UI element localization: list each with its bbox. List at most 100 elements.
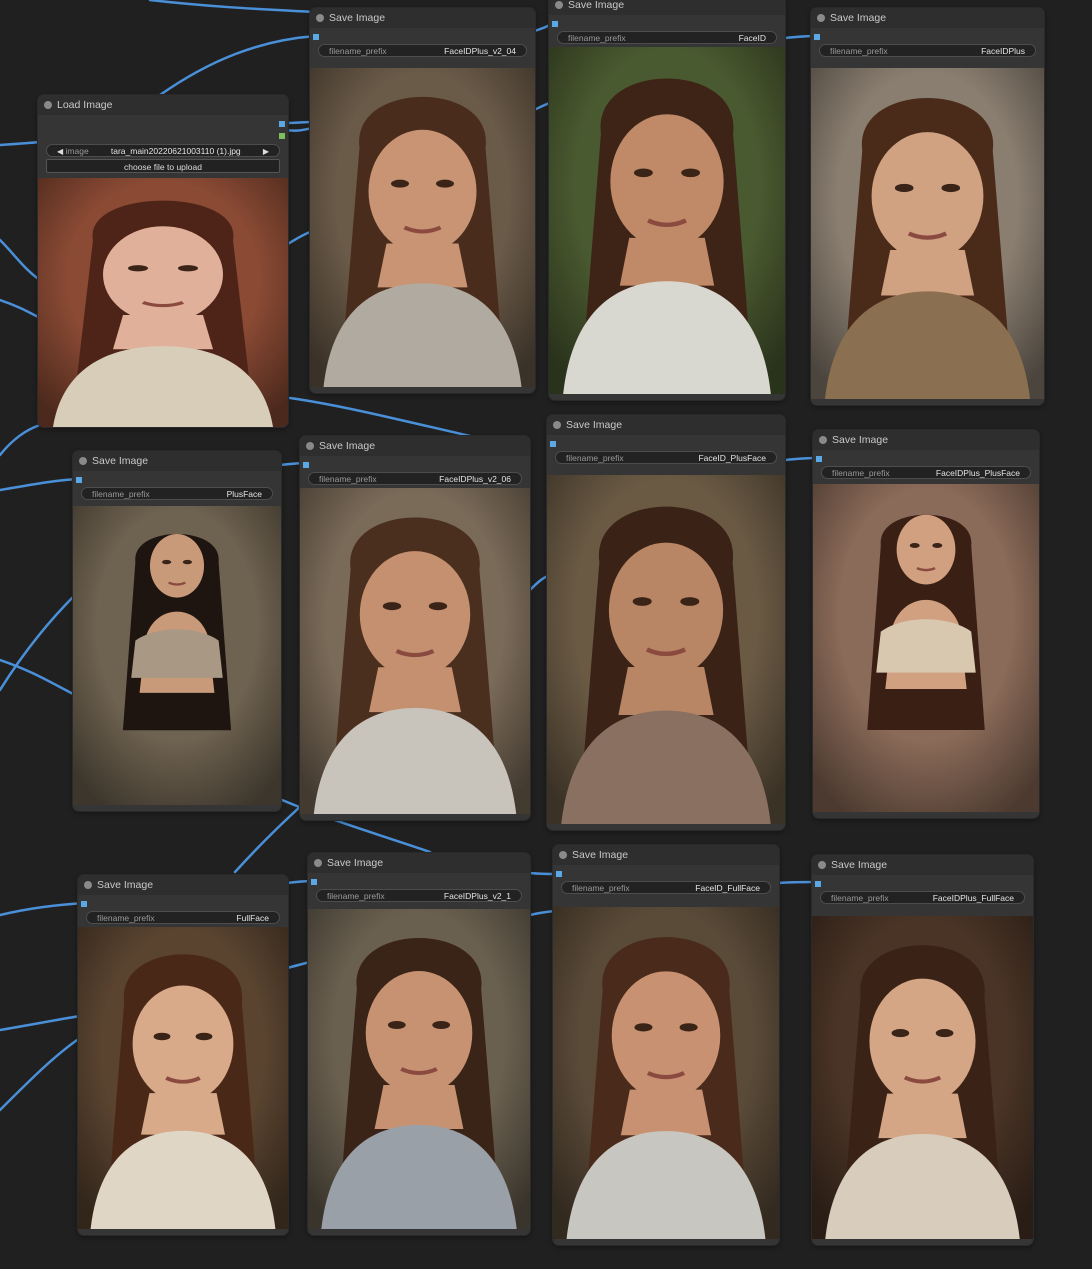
image-preview — [813, 484, 1039, 812]
node-header[interactable]: Save Image — [73, 451, 281, 471]
save-image-node[interactable]: Save Image filename_prefix FaceIDPlus_v2… — [308, 853, 530, 1235]
image-preview — [78, 927, 288, 1229]
field-label: filename_prefix — [327, 891, 385, 901]
image-preview — [308, 909, 530, 1229]
node-header[interactable]: Save Image — [547, 415, 785, 435]
combo-right-arrow-icon[interactable]: ▶ — [263, 145, 269, 156]
images-input-slot[interactable] — [815, 881, 821, 887]
combo-value: tara_main20220621003110 (1).jpg — [110, 146, 241, 156]
node-header[interactable]: Save Image — [310, 8, 535, 28]
collapse-toggle[interactable] — [553, 421, 561, 429]
field-label: filename_prefix — [832, 468, 890, 478]
filename-prefix-field[interactable]: filename_prefix FaceIDPlus_v2_1 — [316, 889, 522, 902]
node-title: Save Image — [830, 12, 887, 24]
collapse-toggle[interactable] — [818, 861, 826, 869]
combo-left-arrow-icon[interactable]: ◀ — [57, 147, 63, 156]
collapse-toggle[interactable] — [819, 436, 827, 444]
filename-prefix-field[interactable]: filename_prefix FullFace — [86, 911, 280, 924]
save-image-node[interactable]: Save Image filename_prefix FaceIDPlus_v2… — [300, 436, 530, 820]
images-input-slot[interactable] — [313, 34, 319, 40]
collapse-toggle[interactable] — [817, 14, 825, 22]
image-preview — [38, 178, 288, 427]
filename-prefix-field[interactable]: filename_prefix FaceIDPlus_FullFace — [820, 891, 1025, 904]
mask-output-slot[interactable] — [279, 133, 285, 139]
filename-prefix-field[interactable]: filename_prefix FaceIDPlus_v2_04 — [318, 44, 527, 57]
collapse-toggle[interactable] — [84, 881, 92, 889]
collapse-toggle[interactable] — [555, 1, 563, 9]
image-preview — [549, 47, 785, 394]
filename-prefix-field[interactable]: filename_prefix FaceID — [557, 31, 777, 44]
node-title: Save Image — [329, 12, 386, 24]
save-image-node[interactable]: Save Image filename_prefix FaceIDPlus_Pl… — [813, 430, 1039, 818]
filename-prefix-field[interactable]: filename_prefix FaceIDPlus — [819, 44, 1036, 57]
images-input-slot[interactable] — [552, 21, 558, 27]
field-value: FaceIDPlus_PlusFace — [935, 468, 1020, 478]
collapse-toggle[interactable] — [316, 14, 324, 22]
node-header[interactable]: Save Image — [78, 875, 288, 895]
node-title: Save Image — [566, 419, 623, 431]
image-combo[interactable]: ◀ image tara_main20220621003110 (1).jpg … — [46, 144, 280, 157]
images-input-slot[interactable] — [556, 871, 562, 877]
field-value: FullFace — [236, 913, 269, 923]
images-input-slot[interactable] — [311, 879, 317, 885]
field-value: FaceIDPlus_v2_06 — [439, 474, 511, 484]
node-header[interactable]: Save Image — [549, 0, 785, 15]
save-image-node[interactable]: Save Image filename_prefix FullFace — [78, 875, 288, 1235]
node-title: Save Image — [92, 455, 149, 467]
node-title: Save Image — [327, 857, 384, 869]
filename-prefix-field[interactable]: filename_prefix FaceIDPlus_PlusFace — [821, 466, 1031, 479]
node-header[interactable]: Save Image — [553, 845, 779, 865]
collapse-toggle[interactable] — [314, 859, 322, 867]
image-preview — [73, 506, 281, 805]
field-value: FaceID — [738, 33, 766, 43]
image-preview — [547, 475, 785, 824]
collapse-toggle[interactable] — [44, 101, 52, 109]
node-title: Save Image — [319, 440, 376, 452]
filename-prefix-field[interactable]: filename_prefix FaceIDPlus_v2_06 — [308, 472, 522, 485]
collapse-toggle[interactable] — [79, 457, 87, 465]
filename-prefix-field[interactable]: filename_prefix FaceID_PlusFace — [555, 451, 777, 464]
images-input-slot[interactable] — [81, 901, 87, 907]
images-input-slot[interactable] — [550, 441, 556, 447]
node-title: Load Image — [57, 99, 113, 111]
images-input-slot[interactable] — [816, 456, 822, 462]
node-title: Save Image — [572, 849, 629, 861]
save-image-node[interactable]: Save Image filename_prefix FaceID — [549, 0, 785, 400]
combo-label: image — [65, 146, 89, 156]
save-image-node[interactable]: Save Image filename_prefix PlusFace — [73, 451, 281, 811]
image-preview — [300, 488, 530, 814]
collapse-toggle[interactable] — [306, 442, 314, 450]
collapse-toggle[interactable] — [559, 851, 567, 859]
field-label: filename_prefix — [566, 453, 624, 463]
node-header[interactable]: Load Image — [38, 95, 288, 115]
node-title: Save Image — [832, 434, 889, 446]
save-image-node[interactable]: Save Image filename_prefix FaceID_FullFa… — [553, 845, 779, 1245]
images-input-slot[interactable] — [76, 477, 82, 483]
field-value: FaceID_PlusFace — [698, 453, 766, 463]
save-image-node[interactable]: Save Image filename_prefix FaceID_PlusFa… — [547, 415, 785, 830]
node-header[interactable]: Save Image — [308, 853, 530, 873]
load-image-node[interactable]: Load Image ◀ image tara_main202206210031… — [38, 95, 288, 427]
save-image-node[interactable]: Save Image filename_prefix FaceIDPlus_Fu… — [812, 855, 1033, 1245]
node-header[interactable]: Save Image — [811, 8, 1044, 28]
save-image-node[interactable]: Save Image filename_prefix FaceIDPlus — [811, 8, 1044, 405]
field-value: FaceIDPlus_v2_1 — [443, 891, 511, 901]
filename-prefix-field[interactable]: filename_prefix FaceID_FullFace — [561, 881, 771, 894]
field-label: filename_prefix — [329, 46, 387, 56]
images-input-slot[interactable] — [303, 462, 309, 468]
image-output-slot[interactable] — [279, 121, 285, 127]
upload-button[interactable]: choose file to upload — [46, 159, 280, 173]
node-header[interactable]: Save Image — [813, 430, 1039, 450]
filename-prefix-field[interactable]: filename_prefix PlusFace — [81, 487, 273, 500]
image-preview — [812, 916, 1033, 1239]
node-header[interactable]: Save Image — [812, 855, 1033, 875]
node-title: Save Image — [568, 0, 625, 11]
field-label: filename_prefix — [572, 883, 630, 893]
field-value: FaceIDPlus — [981, 46, 1025, 56]
node-header[interactable]: Save Image — [300, 436, 530, 456]
field-value: FaceIDPlus_v2_04 — [444, 46, 516, 56]
image-preview — [811, 68, 1044, 399]
save-image-node[interactable]: Save Image filename_prefix FaceIDPlus_v2… — [310, 8, 535, 393]
image-preview — [553, 907, 779, 1239]
images-input-slot[interactable] — [814, 34, 820, 40]
